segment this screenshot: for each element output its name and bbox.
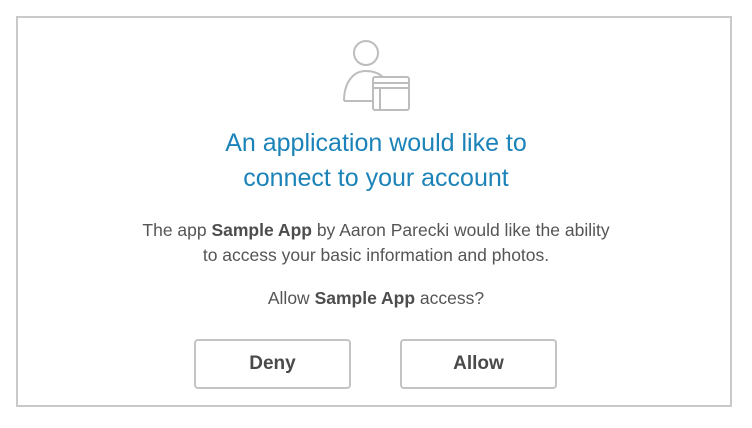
question-suffix: access? [415,288,485,308]
question-app-name: Sample App [314,288,416,308]
description-author: by Aaron Parecki would like the ability [311,220,610,240]
dialog-description: The app Sample App by Aaron Parecki woul… [0,218,752,268]
question-prefix: Allow [267,288,315,308]
allow-button[interactable]: Allow [400,339,557,389]
description-prefix: The app [142,220,212,240]
title-line-2: connect to your account [243,164,509,192]
title-line-1: An application would like to [225,129,527,157]
description-line-2: to access your basic information and pho… [202,245,550,265]
dialog-title: An application would like to connect to … [0,126,752,196]
app-name: Sample App [211,220,312,240]
deny-button[interactable]: Deny [194,339,351,389]
description-line-1: The app Sample App by Aaron Parecki woul… [0,218,752,243]
user-with-window-icon [340,38,412,112]
access-question: Allow Sample App access? [0,286,752,311]
